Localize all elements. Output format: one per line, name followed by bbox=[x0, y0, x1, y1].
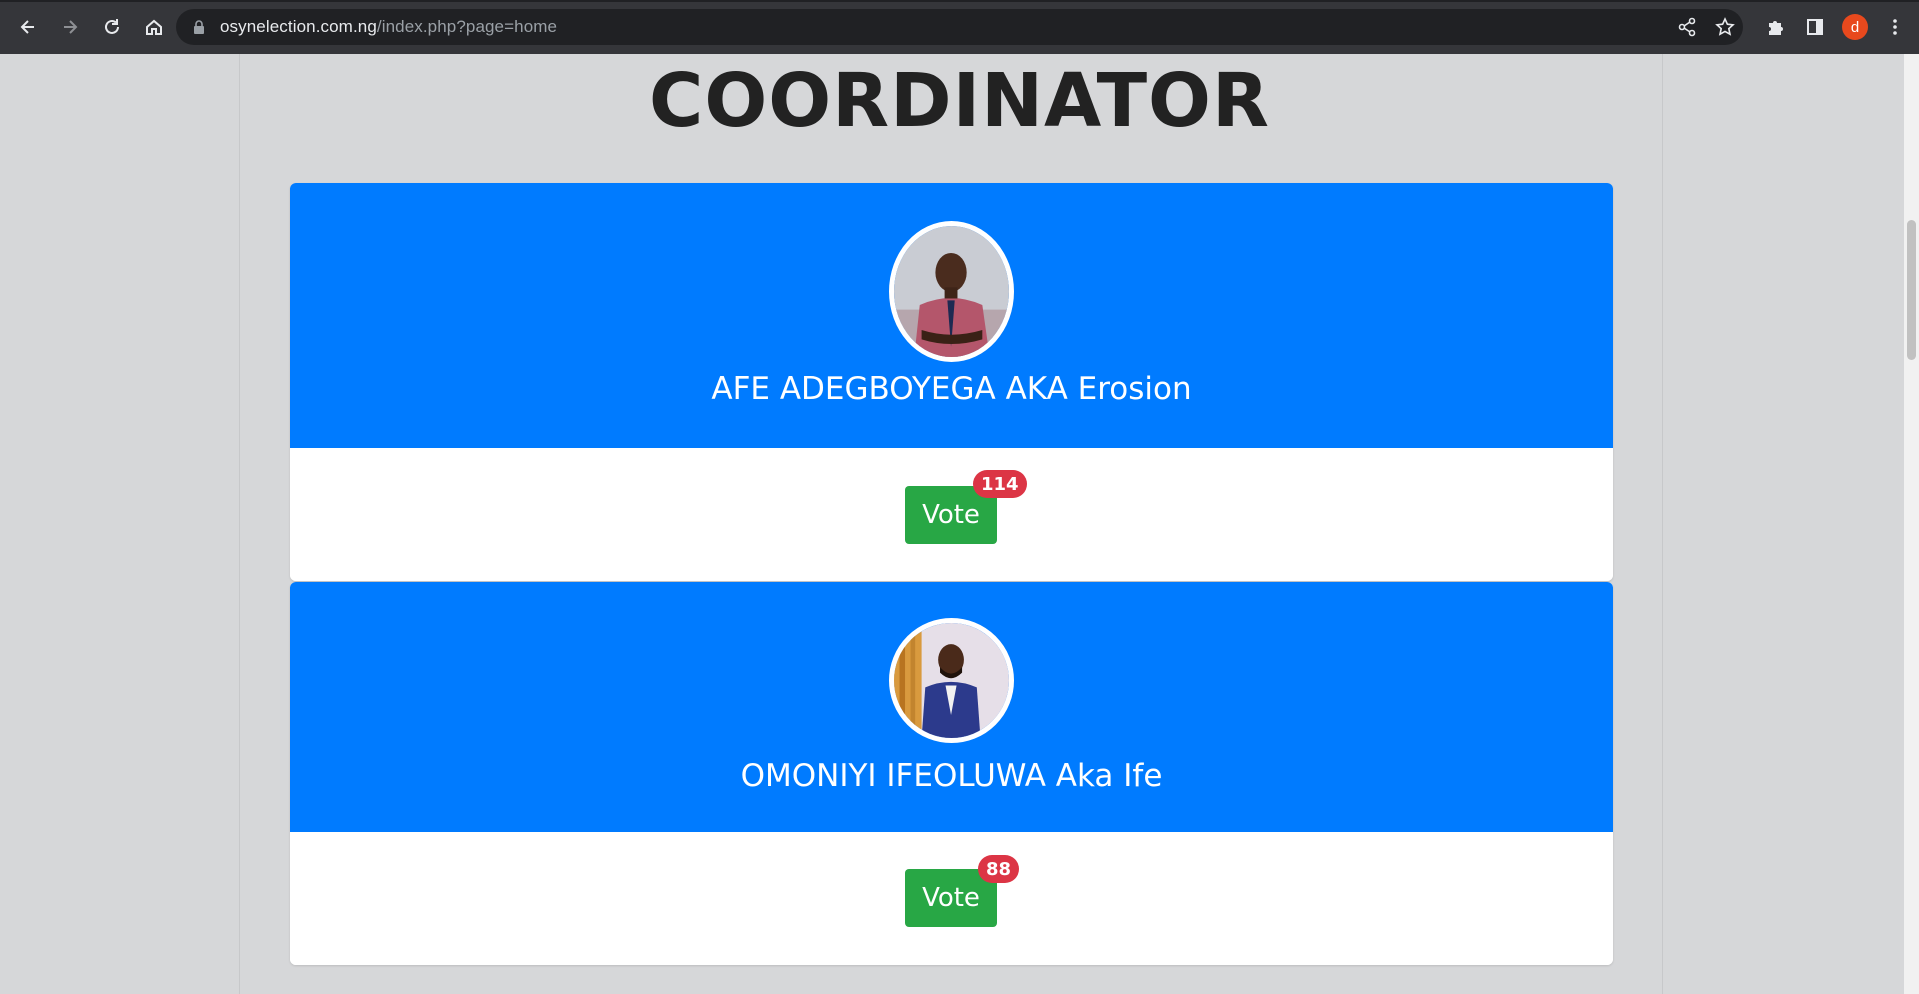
back-button[interactable] bbox=[8, 7, 48, 47]
more-vertical-icon bbox=[1893, 19, 1897, 35]
vote-count-badge: 88 bbox=[978, 855, 1020, 883]
candidate-card-header: AFE ADEGBOYEGA AKA Erosion bbox=[290, 183, 1613, 448]
candidate-photo-image bbox=[894, 623, 1009, 738]
profile-button[interactable]: d bbox=[1835, 7, 1875, 47]
profile-avatar: d bbox=[1842, 14, 1868, 40]
arrow-right-icon bbox=[64, 20, 78, 34]
url-path: /index.php?page=home bbox=[376, 17, 558, 36]
candidate-photo-image bbox=[894, 226, 1009, 357]
menu-button[interactable] bbox=[1875, 7, 1915, 47]
side-panel-button[interactable] bbox=[1795, 7, 1835, 47]
bookmark-star-icon[interactable] bbox=[1715, 17, 1735, 37]
forward-button[interactable] bbox=[50, 7, 90, 47]
home-button[interactable] bbox=[134, 7, 174, 47]
candidate-name: OMONIYI IFEOLUWA Aka Ife bbox=[740, 758, 1163, 794]
browser-toolbar: osynelection.com.ng/index.php?page=home … bbox=[0, 0, 1919, 54]
extensions-button[interactable] bbox=[1755, 7, 1795, 47]
url-domain: osynelection.com.ng bbox=[220, 17, 377, 36]
home-icon bbox=[146, 19, 162, 35]
vote-button-label: Vote bbox=[922, 500, 980, 530]
reload-button[interactable] bbox=[92, 7, 132, 47]
candidate-name: AFE ADEGBOYEGA AKA Erosion bbox=[711, 371, 1192, 407]
side-panel-icon bbox=[1807, 19, 1823, 35]
candidate-card-header: OMONIYI IFEOLUWA Aka Ife bbox=[290, 582, 1613, 832]
url-text: osynelection.com.ng/index.php?page=home bbox=[220, 17, 557, 37]
vote-button-label: Vote bbox=[922, 883, 980, 913]
candidate-card: OMONIYI IFEOLUWA Aka Ife Vote 88 bbox=[290, 582, 1613, 965]
puzzle-icon bbox=[1769, 21, 1783, 35]
share-icon[interactable] bbox=[1677, 17, 1697, 37]
candidate-card-body: Vote 114 bbox=[290, 448, 1613, 581]
candidate-photo bbox=[889, 618, 1014, 743]
candidate-photo bbox=[889, 221, 1014, 362]
scrollbar-thumb[interactable] bbox=[1907, 220, 1916, 360]
lock-icon bbox=[194, 20, 204, 34]
vote-count-badge: 114 bbox=[973, 470, 1027, 498]
address-bar[interactable]: osynelection.com.ng/index.php?page=home bbox=[176, 9, 1743, 45]
page-scrollbar[interactable] bbox=[1904, 54, 1919, 994]
section-title: COORDINATOR bbox=[649, 58, 1270, 144]
arrow-left-icon bbox=[20, 20, 34, 34]
candidate-card: AFE ADEGBOYEGA AKA Erosion Vote 114 bbox=[290, 183, 1613, 581]
candidate-card-body: Vote 88 bbox=[290, 832, 1613, 965]
reload-icon bbox=[105, 19, 119, 34]
